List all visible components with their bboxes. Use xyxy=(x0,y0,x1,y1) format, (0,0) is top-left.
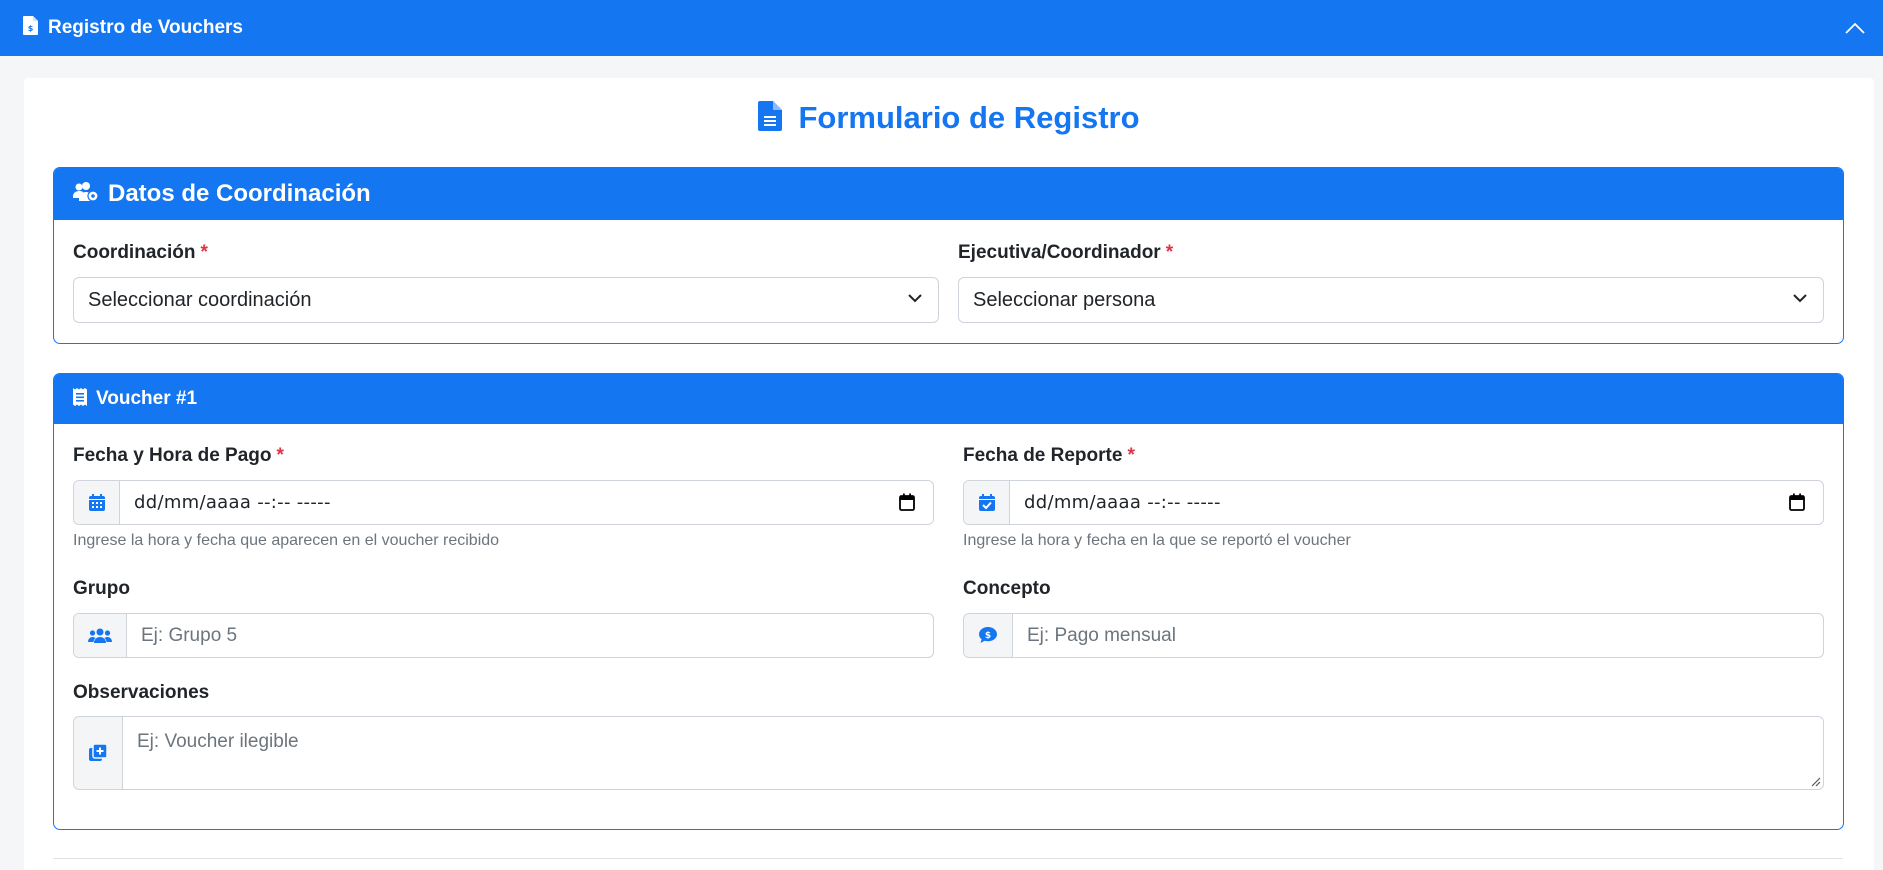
voucher-card-header: Voucher #1 xyxy=(54,374,1843,424)
section-divider xyxy=(53,858,1843,859)
coordination-card-title: Datos de Coordinación xyxy=(108,180,371,207)
coordinacion-label: Coordinación * xyxy=(73,242,208,263)
fecha-reporte-input-group: dd/mm/aaaa --:-- ----- xyxy=(963,480,1824,525)
coordinacion-select-value: Seleccionar coordinación xyxy=(88,288,312,311)
required-marker: * xyxy=(1165,242,1174,263)
users-icon xyxy=(74,614,127,657)
observaciones-label: Observaciones xyxy=(73,682,210,703)
chevron-down-icon xyxy=(908,294,922,303)
grupo-input-group: Ej: Grupo 5 xyxy=(73,613,934,658)
calendar-check-icon xyxy=(964,481,1010,524)
calendar-picker-icon[interactable] xyxy=(1789,493,1805,511)
concepto-label: Concepto xyxy=(963,578,1051,599)
fecha-reporte-label: Fecha de Reporte * xyxy=(963,445,1135,466)
resize-handle-icon[interactable] xyxy=(1809,775,1821,787)
grupo-label: Grupo xyxy=(73,578,130,599)
form-title: Formulario de Registro xyxy=(0,100,1883,136)
concepto-input[interactable]: Ej: Pago mensual xyxy=(1013,614,1823,657)
fecha-pago-label: Fecha y Hora de Pago * xyxy=(73,445,284,466)
coordinacion-select[interactable]: Seleccionar coordinación xyxy=(73,277,939,323)
chevron-up-icon xyxy=(1845,22,1865,34)
collapse-button[interactable] xyxy=(1841,14,1869,42)
observaciones-input-group: Ej: Voucher ilegible xyxy=(73,716,1824,790)
ejecutiva-label: Ejecutiva/Coordinador * xyxy=(958,242,1174,263)
calendar-icon xyxy=(74,481,120,524)
file-lines-icon xyxy=(758,100,783,136)
fecha-pago-input[interactable]: dd/mm/aaaa --:-- ----- xyxy=(120,481,933,524)
fecha-reporte-input[interactable]: dd/mm/aaaa --:-- ----- xyxy=(1010,481,1823,524)
required-marker: * xyxy=(200,242,208,263)
ejecutiva-select[interactable]: Seleccionar persona xyxy=(958,277,1824,323)
chevron-down-icon xyxy=(1793,294,1807,303)
calendar-picker-icon[interactable] xyxy=(899,493,915,511)
file-invoice-dollar-icon: $ xyxy=(23,16,38,40)
fecha-reporte-help: Ingrese la hora y fecha en la que se rep… xyxy=(963,532,1351,549)
observaciones-textarea[interactable]: Ej: Voucher ilegible xyxy=(123,717,1823,789)
square-plus-icon xyxy=(74,717,123,789)
ejecutiva-select-value: Seleccionar persona xyxy=(973,288,1156,311)
required-marker: * xyxy=(276,445,284,466)
app-title: Registro de Vouchers xyxy=(48,17,243,38)
svg-text:$: $ xyxy=(985,631,991,641)
form-title-text: Formulario de Registro xyxy=(798,100,1140,135)
grupo-input[interactable]: Ej: Grupo 5 xyxy=(127,614,933,657)
coordination-card-header: Datos de Coordinación xyxy=(54,168,1843,220)
receipt-icon xyxy=(73,387,87,411)
top-bar: $ Registro de Vouchers xyxy=(0,0,1883,56)
voucher-card-title: Voucher #1 xyxy=(96,388,198,409)
fecha-pago-input-group: dd/mm/aaaa --:-- ----- xyxy=(73,480,934,525)
required-marker: * xyxy=(1127,445,1135,466)
fecha-pago-help: Ingrese la hora y fecha que aparecen en … xyxy=(73,532,500,549)
svg-text:$: $ xyxy=(28,24,34,33)
users-gear-icon xyxy=(73,181,99,207)
comment-dollar-icon: $ xyxy=(964,614,1013,657)
concepto-input-group: $ Ej: Pago mensual xyxy=(963,613,1824,658)
